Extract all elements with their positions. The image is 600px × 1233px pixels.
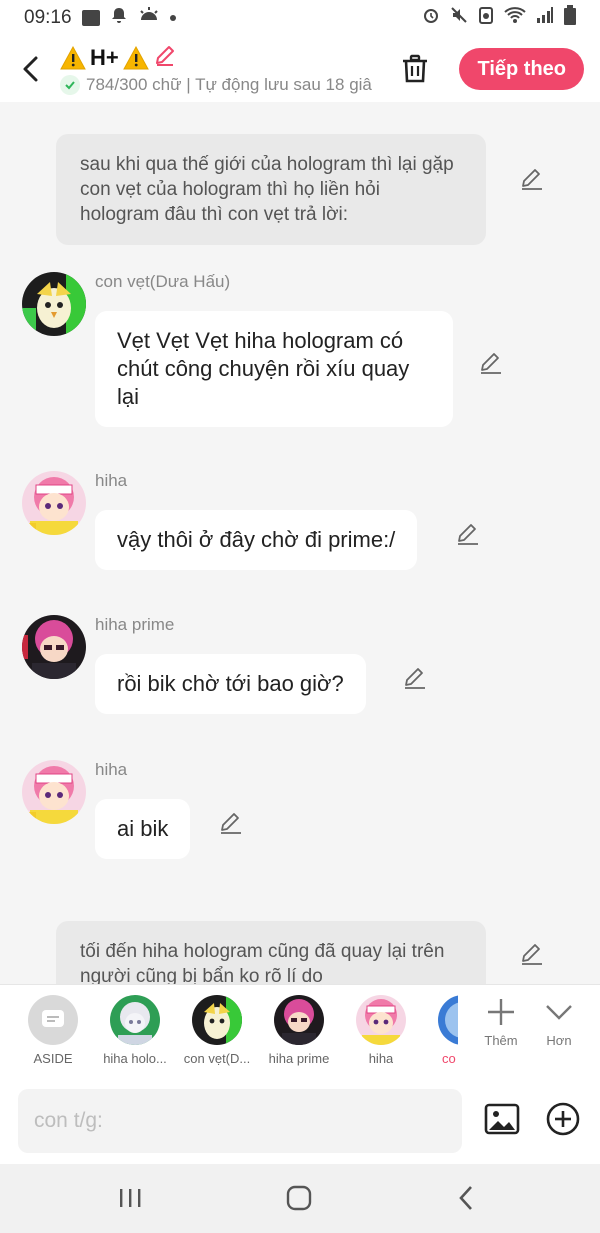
alarm-icon — [422, 6, 440, 30]
editor-header: H+ 784/300 chữ | Tự động lưu sau 18 giâ … — [0, 36, 600, 102]
message-bubble: ai bik — [95, 799, 191, 859]
delete-button[interactable] — [389, 43, 441, 95]
character-aside[interactable]: ASIDE — [12, 995, 94, 1066]
avatar-con-vet[interactable] — [22, 272, 86, 336]
character-label: hiha prime — [268, 1051, 330, 1066]
message-input[interactable] — [18, 1089, 462, 1153]
avatar-hiha[interactable] — [22, 760, 86, 824]
recent-apps-button[interactable] — [110, 1180, 150, 1216]
back-icon — [459, 1186, 472, 1210]
speaker-name: hiha — [95, 760, 128, 779]
avatar-hiha-prime — [274, 995, 324, 1045]
aside-message[interactable]: sau khi qua thế giới của hologram thì lạ… — [56, 134, 486, 245]
avatar-hiha — [356, 995, 406, 1045]
chevron-down-icon — [546, 1005, 572, 1020]
story-chat-area[interactable]: sau khi qua thế giới của hologram thì lạ… — [0, 102, 600, 984]
signal-icon — [536, 6, 554, 30]
plus-icon — [488, 999, 514, 1025]
pencil-icon — [522, 169, 542, 190]
speaker-name: hiha prime — [95, 615, 175, 634]
chat-message[interactable]: hiha ai bik — [22, 760, 582, 870]
speaker-name: con vẹt(Dưa Hấu) — [95, 272, 231, 291]
story-title-block: H+ 784/300 chữ | Tự động lưu sau 18 giâ — [60, 43, 389, 95]
character-con-vet[interactable]: con vẹt(D... — [176, 995, 258, 1066]
weather-icon — [138, 6, 160, 30]
chat-message[interactable]: hiha prime rồi bik chờ tới bao giờ? — [22, 615, 582, 725]
add-label: Thêm — [484, 1033, 518, 1048]
status-time: 09:16 — [24, 7, 72, 28]
system-navigation-bar — [0, 1164, 600, 1233]
character-label: hiha holo... — [103, 1051, 167, 1066]
aside-text: tối đến hiha hologram cũng đã quay lại t… — [56, 921, 486, 984]
more-button[interactable]: Hơn — [533, 997, 585, 1048]
avatar-hiha-prime[interactable] — [22, 615, 86, 679]
gallery-notification-icon — [81, 10, 100, 26]
avatar-hiha-hologram — [110, 995, 160, 1045]
trash-icon — [403, 54, 428, 83]
chat-message[interactable]: con vẹt(Dưa Hấu) Vẹt Vẹt Vẹt hiha hologr… — [22, 272, 582, 432]
mute-icon — [450, 6, 468, 30]
data-saver-icon — [478, 6, 494, 30]
chevron-left-icon — [23, 56, 38, 82]
edit-message-button[interactable] — [218, 810, 244, 836]
edit-message-button[interactable] — [455, 521, 481, 547]
character-selector-bar: ASIDE hiha holo... con vẹt(D... hiha pri… — [0, 984, 600, 1079]
edit-message-button[interactable] — [519, 941, 545, 967]
next-button[interactable]: Tiếp theo — [459, 48, 584, 90]
character-label: co — [442, 1051, 456, 1066]
recents-icon — [120, 1189, 141, 1207]
message-bubble: Vẹt Vẹt Vẹt hiha hologram có chút công c… — [95, 311, 453, 427]
character-label: ASIDE — [33, 1051, 73, 1066]
edit-message-button[interactable] — [478, 350, 504, 376]
pencil-icon — [481, 353, 501, 374]
avatar-con-vet — [192, 995, 242, 1045]
home-button[interactable] — [279, 1180, 319, 1216]
character-label: hiha — [368, 1051, 394, 1066]
plus-circle-icon — [546, 1102, 580, 1136]
warning-icon — [60, 46, 86, 70]
pencil-icon — [221, 813, 241, 834]
more-notifications-icon — [169, 15, 176, 21]
insert-image-button[interactable] — [484, 1101, 522, 1139]
character-hiha[interactable]: hiha — [340, 995, 422, 1066]
home-icon — [286, 1185, 312, 1211]
word-count-autosave-status: 784/300 chữ | Tự động lưu sau 18 giâ — [86, 75, 372, 94]
battery-icon — [564, 5, 576, 31]
character-hiha-prime[interactable]: hiha prime — [258, 995, 340, 1066]
character-partial[interactable]: co — [422, 995, 458, 1066]
aside-chat-icon — [28, 995, 78, 1045]
composer — [0, 1079, 600, 1164]
message-bubble: rồi bik chờ tới bao giờ? — [95, 654, 366, 714]
aside-message[interactable]: tối đến hiha hologram cũng đã quay lại t… — [56, 921, 486, 984]
image-icon — [484, 1103, 520, 1135]
avatar-partial — [438, 995, 458, 1045]
message-bubble: vậy thôi ở đây chờ đi prime:/ — [95, 510, 418, 570]
character-hiha-hologram[interactable]: hiha holo... — [94, 995, 176, 1066]
aside-text: sau khi qua thế giới của hologram thì lạ… — [56, 134, 486, 245]
story-title: H+ — [90, 45, 119, 70]
edit-message-button[interactable] — [519, 166, 545, 192]
bell-notification-icon — [110, 6, 128, 30]
back-button[interactable] — [0, 36, 60, 102]
character-label: con vẹt(D... — [183, 1051, 251, 1066]
avatar-hiha[interactable] — [22, 471, 86, 535]
back-nav-button[interactable] — [446, 1180, 486, 1216]
pencil-icon — [458, 524, 478, 545]
check-icon — [60, 75, 80, 95]
edit-message-button[interactable] — [402, 665, 428, 691]
pencil-icon — [155, 46, 174, 66]
add-character-button[interactable]: Thêm — [475, 997, 527, 1048]
status-bar: 09:16 — [0, 0, 600, 36]
chat-message[interactable]: hiha vậy thôi ở đây chờ đi prime:/ — [22, 471, 582, 581]
wifi-icon — [504, 6, 526, 30]
warning-icon — [122, 46, 149, 70]
more-label: Hơn — [546, 1033, 572, 1048]
pencil-icon — [405, 668, 425, 689]
add-content-button[interactable] — [545, 1101, 583, 1139]
pencil-icon — [522, 944, 542, 965]
edit-title-button[interactable] — [153, 43, 177, 73]
speaker-name: hiha — [95, 471, 128, 490]
